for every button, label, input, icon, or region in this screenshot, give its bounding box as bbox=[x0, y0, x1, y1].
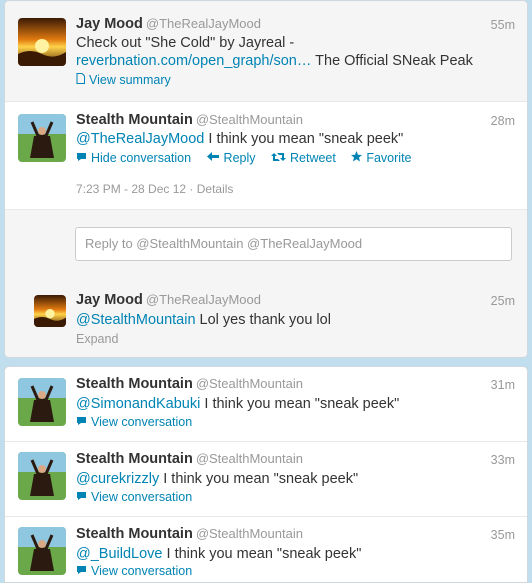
favorite-label[interactable]: Favorite bbox=[366, 151, 411, 165]
tweet-text: Check out "She Cold" by Jayreal - reverbn… bbox=[76, 34, 473, 70]
view-conversation-button[interactable]: View conversation bbox=[76, 564, 192, 578]
view-summary-label[interactable]: View summary bbox=[89, 73, 171, 87]
tweet-list-item[interactable]: Stealth Mountain @StealthMountain 35m @_B… bbox=[5, 517, 527, 582]
view-summary-button[interactable]: View summary bbox=[76, 73, 171, 87]
tweet-actions: View conversation bbox=[76, 564, 204, 578]
reply-area: Reply to @StealthMountain @TheRealJayMoo… bbox=[5, 209, 527, 281]
author-name-text[interactable]: Stealth Mountain bbox=[76, 451, 193, 467]
speech-bubble-icon bbox=[76, 490, 87, 504]
tweet-actions: Hide conversation Reply Retweet Favorite bbox=[76, 151, 424, 165]
tweet-actions: View conversation bbox=[76, 490, 204, 504]
reply-input[interactable]: Reply to @StealthMountain @TheRealJayMoo… bbox=[75, 227, 512, 261]
avatar-stealth-mountain[interactable] bbox=[18, 378, 66, 426]
details-link[interactable]: Details bbox=[197, 182, 234, 196]
avatar-stealth-mountain[interactable] bbox=[18, 114, 66, 162]
retweet-label[interactable]: Retweet bbox=[290, 151, 336, 165]
view-conversation-label[interactable]: View conversation bbox=[91, 415, 192, 429]
author-name-text[interactable]: Stealth Mountain bbox=[76, 526, 193, 542]
tweet-time[interactable]: 33m bbox=[491, 453, 515, 467]
tweet-text: @curekrizzly I think you mean "sneak pee… bbox=[76, 470, 358, 488]
author-handle[interactable]: @StealthMountain bbox=[196, 526, 303, 541]
avatar-stealth-mountain[interactable] bbox=[18, 527, 66, 575]
author-name[interactable]: Stealth Mountain @StealthMountain bbox=[76, 112, 303, 128]
reply-arrow-icon bbox=[206, 151, 220, 165]
author-handle[interactable]: @TheRealJayMood bbox=[146, 16, 261, 31]
tweet-actions: View summary bbox=[76, 73, 183, 87]
view-conversation-label[interactable]: View conversation bbox=[91, 490, 192, 504]
tweet-time[interactable]: 28m bbox=[491, 114, 515, 128]
tweet-text-part: I think you mean "sneak peek" bbox=[204, 131, 404, 147]
retweet-icon bbox=[271, 151, 286, 165]
tweet-text-part: The Official SNeak Peak bbox=[311, 53, 473, 69]
author-name[interactable]: Stealth Mountain @StealthMountain bbox=[76, 451, 303, 467]
author-handle[interactable]: @TheRealJayMood bbox=[146, 292, 261, 307]
timeline-card: Stealth Mountain @StealthMountain 31m @Si… bbox=[4, 366, 528, 583]
reply-label[interactable]: Reply bbox=[224, 151, 256, 165]
author-name-text[interactable]: Stealth Mountain bbox=[76, 112, 193, 128]
tweet-text-part: I think you mean "sneak peek" bbox=[162, 546, 362, 562]
author-handle[interactable]: @StealthMountain bbox=[196, 376, 303, 391]
reply-button[interactable]: Reply bbox=[206, 151, 259, 165]
star-icon bbox=[351, 151, 363, 165]
mention-link[interactable]: @StealthMountain bbox=[76, 312, 196, 328]
tweet-text: @SimonandKabuki I think you mean "sneak … bbox=[76, 395, 399, 413]
author-name-text[interactable]: Stealth Mountain bbox=[76, 376, 193, 392]
view-conversation-button[interactable]: View conversation bbox=[76, 490, 192, 504]
author-name[interactable]: Jay Mood @TheRealJayMood bbox=[76, 292, 261, 308]
tweet-stealth-mountain-main[interactable]: Stealth Mountain @StealthMountain 28m @Th… bbox=[5, 102, 527, 209]
tweet-text: @TheRealJayMood I think you mean "sneak … bbox=[76, 130, 403, 148]
mention-link[interactable]: @_BuildLove bbox=[76, 546, 162, 562]
favorite-button[interactable]: Favorite bbox=[351, 151, 412, 165]
speech-bubble-icon bbox=[76, 564, 87, 578]
retweet-button[interactable]: Retweet bbox=[271, 151, 339, 165]
timestamp-text[interactable]: 7:23 PM - 28 Dec 12 bbox=[76, 182, 186, 196]
tweet-text-part: I think you mean "sneak peek" bbox=[159, 471, 359, 487]
tweet-list-item[interactable]: Stealth Mountain @StealthMountain 33m @cu… bbox=[5, 442, 527, 516]
tweet-timestamp: 7:23 PM - 28 Dec 12 · Details bbox=[76, 182, 234, 196]
mention-link[interactable]: @curekrizzly bbox=[76, 471, 159, 487]
mention-link[interactable]: @TheRealJayMood bbox=[76, 131, 204, 147]
author-name[interactable]: Stealth Mountain @StealthMountain bbox=[76, 376, 303, 392]
tweet-actions: Expand bbox=[76, 332, 118, 346]
view-conversation-button[interactable]: View conversation bbox=[76, 415, 192, 429]
author-handle[interactable]: @StealthMountain bbox=[196, 451, 303, 466]
tweet-jay-mood-reply[interactable]: Jay Mood @TheRealJayMood 25m @StealthMoun… bbox=[5, 280, 527, 357]
speech-bubble-icon bbox=[76, 415, 87, 429]
speech-bubble-icon bbox=[76, 151, 87, 165]
mention-link[interactable]: @SimonandKabuki bbox=[76, 396, 200, 412]
avatar-jay-mood[interactable] bbox=[18, 18, 66, 66]
tweet-text: @_BuildLove I think you mean "sneak peek… bbox=[76, 545, 361, 563]
tweet-time[interactable]: 25m bbox=[491, 294, 515, 308]
tweet-time[interactable]: 31m bbox=[491, 378, 515, 392]
author-handle[interactable]: @StealthMountain bbox=[196, 112, 303, 127]
tweet-text-part: Lol yes thank you lol bbox=[195, 312, 331, 328]
tweet-link[interactable]: reverbnation.com/open_graph/son… bbox=[76, 53, 311, 69]
tweet-time[interactable]: 35m bbox=[491, 528, 515, 542]
tweet-text-part: Check out "She Cold" by Jayreal - bbox=[76, 35, 295, 51]
tweet-list-item[interactable]: Stealth Mountain @StealthMountain 31m @Si… bbox=[5, 367, 527, 441]
tweet-text: @StealthMountain Lol yes thank you lol bbox=[76, 311, 331, 329]
avatar-stealth-mountain[interactable] bbox=[18, 452, 66, 500]
tweet-text-part: I think you mean "sneak peek" bbox=[200, 396, 400, 412]
author-name-text[interactable]: Jay Mood bbox=[76, 16, 143, 32]
view-conversation-label[interactable]: View conversation bbox=[91, 564, 192, 578]
hide-conversation-button[interactable]: Hide conversation bbox=[76, 151, 195, 165]
conversation-card: Jay Mood @TheRealJayMood 55m Check out "S… bbox=[4, 0, 528, 358]
tweet-time[interactable]: 55m bbox=[491, 18, 515, 32]
author-name[interactable]: Stealth Mountain @StealthMountain bbox=[76, 526, 303, 542]
tweet-actions: View conversation bbox=[76, 415, 204, 429]
document-icon bbox=[76, 73, 85, 87]
tweet-jay-mood-1[interactable]: Jay Mood @TheRealJayMood 55m Check out "S… bbox=[5, 1, 527, 101]
author-name-text[interactable]: Jay Mood bbox=[76, 292, 143, 308]
avatar-jay-mood-small[interactable] bbox=[34, 295, 66, 327]
expand-button[interactable]: Expand bbox=[76, 332, 118, 346]
hide-conversation-label[interactable]: Hide conversation bbox=[91, 151, 191, 165]
author-name[interactable]: Jay Mood @TheRealJayMood bbox=[76, 16, 261, 32]
